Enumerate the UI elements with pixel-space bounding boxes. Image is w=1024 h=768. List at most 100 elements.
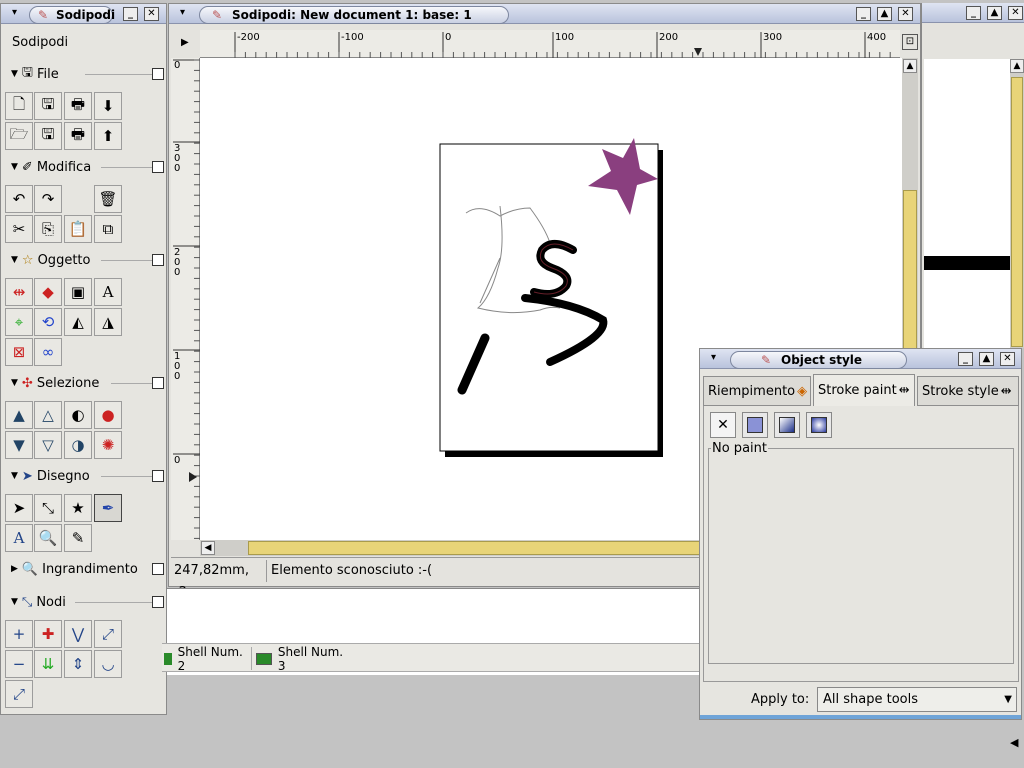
close-button[interactable]: ✕ <box>898 7 913 21</box>
window-menu-button[interactable]: ▾ <box>706 352 721 366</box>
no-paint-button[interactable]: ✕ <box>710 412 736 438</box>
tab-riempimento[interactable]: Riempimento ◈ <box>703 376 811 406</box>
minimize-button[interactable]: _ <box>856 7 871 21</box>
linear-gradient-button[interactable] <box>774 412 800 438</box>
tab-stroke-style[interactable]: Stroke style ⇹ <box>917 376 1019 406</box>
scroll-left-arrow-icon[interactable]: ◀ <box>201 541 215 555</box>
radial-gradient-button[interactable] <box>806 412 832 438</box>
dropper-tool-button[interactable]: ✎ <box>64 524 92 552</box>
ungroup-button[interactable]: ∞ <box>34 338 62 366</box>
detach-selezione-button[interactable] <box>152 377 164 389</box>
transform-button[interactable]: ⌖ <box>5 308 33 336</box>
join-nodes-button[interactable]: ⇊ <box>34 650 62 678</box>
scroll-up-arrow-icon[interactable]: ▲ <box>903 59 917 73</box>
shape-tool-button[interactable]: ★ <box>64 494 92 522</box>
toolbox-titlebar[interactable]: ▾ ✎ Sodipodi _ ✕ <box>1 4 166 24</box>
scroll-up-arrow-icon[interactable]: ▲ <box>1010 59 1024 73</box>
minimize-button[interactable]: _ <box>123 7 138 21</box>
node-tool-button[interactable]: ⤡ <box>34 494 62 522</box>
background-scroll-thumb[interactable] <box>1011 77 1023 347</box>
flip-horizontal-button[interactable]: ◭ <box>64 308 92 336</box>
calligraphy-tool-button[interactable]: ✒ <box>94 494 122 522</box>
close-button[interactable]: ✕ <box>1008 6 1023 20</box>
detach-ingrandimento-button[interactable] <box>152 563 164 575</box>
background-window-titlebar[interactable]: _ ▲ ✕ <box>922 3 1024 23</box>
fill-stroke-button[interactable]: ◆ <box>34 278 62 306</box>
close-button[interactable]: ✕ <box>1000 352 1015 366</box>
canvas-menu-arrow-icon[interactable]: ▶ <box>181 37 189 48</box>
section-nodi[interactable]: ▼ ⤡ Nodi <box>11 593 161 611</box>
save-as-button[interactable]: 🖫 <box>34 122 62 150</box>
document-titlebar[interactable]: ▾ ✎ Sodipodi: New document 1: base: 1 _ … <box>169 4 920 24</box>
section-ingrandimento[interactable]: ▶ 🔍 Ingrandimento <box>11 560 161 578</box>
minimize-button[interactable]: _ <box>966 6 981 20</box>
sodipodi-menu[interactable]: Sodipodi <box>12 35 68 50</box>
text-font-button[interactable]: A <box>94 278 122 306</box>
save-button[interactable]: 🖫 <box>34 92 62 120</box>
lower-button[interactable]: ▽ <box>34 431 62 459</box>
break-apart-button[interactable]: ◑ <box>64 431 92 459</box>
window-menu-button[interactable]: ▾ <box>7 7 22 21</box>
remove-node-button[interactable]: − <box>5 650 33 678</box>
section-modifica[interactable]: ▼ ✐ Modifica <box>11 158 161 176</box>
align-button[interactable]: ⇹ <box>5 278 33 306</box>
union-button[interactable]: ● <box>94 401 122 429</box>
paste-button[interactable]: 📋 <box>64 215 92 243</box>
apply-to-select[interactable]: All shape tools ▼ <box>817 687 1017 712</box>
flip-vertical-button[interactable]: ◮ <box>94 308 122 336</box>
minimize-button[interactable]: _ <box>958 352 973 366</box>
delete-node-button[interactable]: ✚ <box>34 620 62 648</box>
break-node-button[interactable]: ⇕ <box>64 650 92 678</box>
insert-node-button[interactable]: + <box>5 620 33 648</box>
window-menu-button[interactable]: ▾ <box>175 7 190 21</box>
taskbar-item[interactable]: Shell Num. 3 <box>256 645 354 673</box>
section-disegno[interactable]: ▼ ➤ Disegno <box>11 467 161 485</box>
redo-button[interactable]: ↷ <box>34 185 62 213</box>
section-selezione[interactable]: ▼ ✣ Selezione <box>11 374 161 392</box>
group-button[interactable]: ⊠ <box>5 338 33 366</box>
print-button[interactable]: 🖶 <box>64 92 92 120</box>
intersection-button[interactable]: ✺ <box>94 431 122 459</box>
undo-button[interactable]: ↶ <box>5 185 33 213</box>
raise-button[interactable]: △ <box>34 401 62 429</box>
delete-button[interactable]: 🗑 <box>94 185 122 213</box>
detach-nodi-button[interactable] <box>152 596 164 608</box>
tab-stroke-paint[interactable]: Stroke paint ⇹ <box>813 374 915 406</box>
print-preview-button[interactable]: 🖶 <box>64 122 92 150</box>
close-button[interactable]: ✕ <box>144 7 159 21</box>
rotate-button[interactable]: ⟲ <box>34 308 62 336</box>
make-line-button[interactable]: ⤢ <box>5 680 33 708</box>
zoom-fit-icon[interactable]: ⊡ <box>902 34 918 50</box>
raise-to-top-button[interactable]: ▲ <box>5 401 33 429</box>
cut-button[interactable]: ✂ <box>5 215 33 243</box>
lower-to-bottom-button[interactable]: ▼ <box>5 431 33 459</box>
combine-button[interactable]: ◐ <box>64 401 92 429</box>
detach-disegno-button[interactable] <box>152 470 164 482</box>
taskbar-item[interactable]: Shell Num. 2 <box>164 645 252 673</box>
text-tool-button[interactable]: A <box>5 524 33 552</box>
document-properties-button[interactable]: ▣ <box>64 278 92 306</box>
scroll-left-arrow-icon[interactable]: ◀ <box>1010 736 1018 749</box>
maximize-button[interactable]: ▲ <box>877 7 892 21</box>
dialog-titlebar[interactable]: ▾ ✎ Object style _ ▲ ✕ <box>700 349 1021 369</box>
detach-modifica-button[interactable] <box>152 161 164 173</box>
smooth-node-button[interactable]: ⤢ <box>94 620 122 648</box>
make-curve-button[interactable]: ◡ <box>94 650 122 678</box>
detach-oggetto-button[interactable] <box>152 254 164 266</box>
maximize-button[interactable]: ▲ <box>987 6 1002 20</box>
section-file[interactable]: ▼ 🖫 File <box>11 65 161 83</box>
flat-color-button[interactable] <box>742 412 768 438</box>
duplicate-button[interactable]: ⧉ <box>94 215 122 243</box>
open-button[interactable]: 🗁 <box>5 122 33 150</box>
new-document-button[interactable]: 🗋 <box>5 92 33 120</box>
copy-button[interactable]: ⎘ <box>34 215 62 243</box>
selector-tool-button[interactable]: ➤ <box>5 494 33 522</box>
cusp-node-button[interactable]: ⋁ <box>64 620 92 648</box>
detach-file-button[interactable] <box>152 68 164 80</box>
export-button[interactable]: ⬆ <box>94 122 122 150</box>
zoom-tool-button[interactable]: 🔍 <box>34 524 62 552</box>
background-scrollbar[interactable]: ▲ <box>1010 59 1024 348</box>
import-button[interactable]: ⬇ <box>94 92 122 120</box>
maximize-button[interactable]: ▲ <box>979 352 994 366</box>
section-oggetto[interactable]: ▼ ☆ Oggetto <box>11 251 161 269</box>
